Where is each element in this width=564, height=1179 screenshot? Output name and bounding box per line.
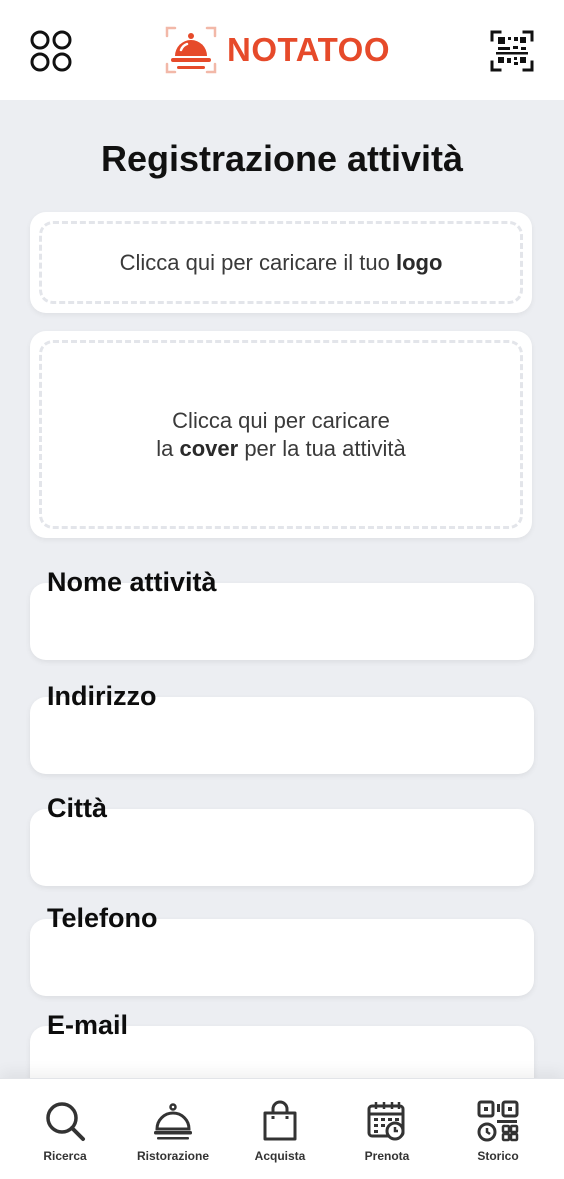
search-icon xyxy=(46,1102,85,1141)
nav-item-storico[interactable]: Storico xyxy=(448,1099,548,1169)
bottom-nav: Ricerca Ristorazione Acquista Prenota St… xyxy=(0,1078,564,1179)
shopping-bag-icon xyxy=(263,1100,297,1141)
nav-label-acquista: Acquista xyxy=(254,1149,306,1163)
cover-upload-card[interactable]: Clicca qui per caricare la cover per la … xyxy=(30,331,532,538)
field-label-nome-attivita: Nome attività xyxy=(47,567,217,597)
nav-label-ristorazione: Ristorazione xyxy=(136,1149,209,1163)
brand-logo[interactable]: NOTATOO xyxy=(163,20,390,80)
cover-upload-dropzone[interactable]: Clicca qui per caricare la cover per la … xyxy=(39,340,523,529)
nav-item-acquista[interactable]: Acquista xyxy=(230,1099,330,1169)
logo-upload-card[interactable]: Clicca qui per caricare il tuo logo xyxy=(30,212,532,313)
field-label-email: E-mail xyxy=(47,1010,129,1040)
nav-item-ricerca[interactable]: Ricerca xyxy=(15,1099,115,1169)
cover-upload-text: Clicca qui per caricare la cover per la … xyxy=(156,407,406,461)
grid-menu-icon[interactable] xyxy=(30,30,72,72)
nav-label-storico: Storico xyxy=(477,1149,519,1163)
qr-history-icon xyxy=(477,1100,519,1142)
field-label-citta: Città xyxy=(47,793,107,823)
nav-label-ricerca: Ricerca xyxy=(43,1149,87,1163)
logo-upload-text: Clicca qui per caricare il tuo logo xyxy=(119,249,443,275)
field-label-telefono: Telefono xyxy=(47,903,158,933)
qr-scan-icon[interactable] xyxy=(490,30,534,72)
bell-logo-icon xyxy=(165,26,217,74)
page-title: Registrazione attività xyxy=(100,138,464,179)
nav-label-prenota: Prenota xyxy=(364,1149,410,1163)
brand-name: NOTATOO xyxy=(227,31,390,68)
main-content: Registrazione attività Clicca qui per ca… xyxy=(0,100,564,1078)
nav-item-prenota[interactable]: Prenota xyxy=(337,1099,437,1169)
nav-item-ristorazione[interactable]: Ristorazione xyxy=(123,1099,223,1169)
field-label-indirizzo: Indirizzo xyxy=(47,681,157,711)
cloche-icon xyxy=(154,1103,192,1140)
logo-upload-dropzone[interactable]: Clicca qui per caricare il tuo logo xyxy=(39,221,523,304)
calendar-clock-icon xyxy=(367,1102,405,1141)
app-header: NOTATOO xyxy=(0,0,564,100)
